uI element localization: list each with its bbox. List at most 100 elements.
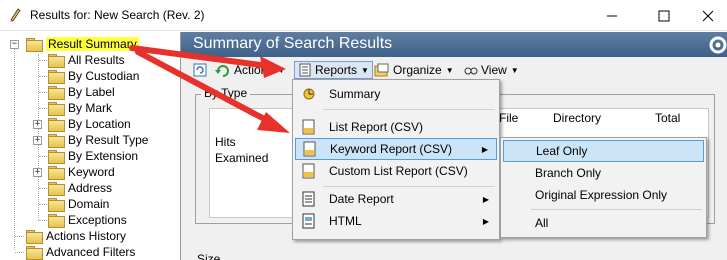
menu-item-label: Date Report [329,192,394,206]
chevron-down-icon: ▼ [277,65,286,75]
folder-icon [48,86,65,100]
expand-icon[interactable]: + [33,168,42,177]
menu-item-label: Keyword Report (CSV) [330,142,453,156]
folder-icon [48,198,65,212]
menu-item-list-report[interactable]: List Report (CSV) [295,116,497,138]
refresh-icon [193,63,207,77]
actions-icon [215,65,229,77]
logo-icon [709,36,727,54]
tree-item-all-results[interactable]: All Results [48,52,125,68]
folder-icon [48,54,65,68]
menu-separator [323,186,495,187]
organize-menu-button[interactable]: Organize ▼ [374,61,454,79]
expand-icon[interactable]: + [33,120,42,129]
chevron-down-icon: ▼ [510,65,519,75]
tree-item-by-custodian[interactable]: By Custodian [48,68,139,84]
tree-item-label: Exceptions [68,213,127,227]
minimize-icon [607,15,617,16]
menu-item-html[interactable]: HTML ▶ [295,210,497,232]
close-icon [702,10,714,21]
organize-label: Organize [393,63,442,77]
menu-item-date-report[interactable]: Date Report ▶ [295,188,497,210]
submenu-arrow-icon: ▶ [482,216,489,226]
toolbar: Actions ▼ Reports ▼ Organize ▼ View ▼ [181,59,727,81]
actions-menu-button[interactable]: Actions ▼ [215,61,285,79]
summary-icon [303,88,315,100]
tree-item-label: By Result Type [68,133,149,147]
reports-menu: Summary List Report (CSV) Keyword Report… [292,79,500,240]
submenu-item-leaf-only[interactable]: Leaf Only [503,140,704,162]
view-icon [464,67,478,75]
menu-item-label: Custom List Report (CSV) [329,164,468,178]
menu-item-custom-list-report[interactable]: Custom List Report (CSV) [295,160,497,182]
tree-item-label: Actions History [46,229,127,243]
menu-item-summary[interactable]: Summary [295,83,497,105]
results-tree: − Result Summary All Results By Custodia… [0,32,180,260]
tree-item-label: Address [68,181,113,195]
submenu-item-original-expression-only[interactable]: Original Expression Only [503,184,704,206]
collapse-icon[interactable]: − [10,40,19,49]
csv-icon [302,163,315,179]
menu-item-label: List Report (CSV) [329,120,424,134]
chevron-down-icon: ▼ [361,65,369,75]
folder-icon [48,134,65,148]
column-header-directory: Directory [553,111,602,125]
tree-item-label: By Extension [68,149,139,163]
window-title: Results for: New Search (Rev. 2) [30,8,205,22]
chevron-down-icon: ▼ [445,65,454,75]
tree-item-label: Advanced Filters [46,245,136,259]
menu-separator [531,209,702,210]
by-type-legend: By Type [201,86,251,100]
tree-item-address[interactable]: Address [48,180,112,196]
expand-icon[interactable]: + [33,136,42,145]
tree-item-label: By Mark [68,101,113,115]
html-icon [302,213,315,229]
tree-item-label: By Location [68,117,131,131]
refresh-button[interactable] [193,61,207,79]
tree-item-by-extension[interactable]: By Extension [48,148,138,164]
row-label-examined: Examined [215,151,269,165]
csv-icon [302,119,315,135]
tree-item-label: By Custodian [68,69,140,83]
tree-item-label: Result Summary [46,37,139,51]
close-button[interactable] [685,0,727,31]
reports-icon [299,63,311,77]
tree-item-by-label[interactable]: By Label [48,84,115,100]
folder-icon [48,214,65,228]
tree-item-keyword[interactable]: Keyword [48,164,115,180]
row-label-hits: Hits [215,135,236,149]
menu-separator [323,109,495,110]
minimize-button[interactable] [589,0,635,31]
folder-icon [48,70,65,84]
folder-icon [26,38,43,52]
tree-item-domain[interactable]: Domain [48,196,109,212]
view-menu-button[interactable]: View ▼ [463,61,519,79]
tree-item-exceptions[interactable]: Exceptions [48,212,127,228]
column-header-total: Total [655,111,681,125]
size-legend: Size [197,252,221,260]
tree-item-result-summary[interactable]: Result Summary [26,36,139,52]
reports-menu-button[interactable]: Reports ▼ [294,61,373,79]
folder-icon [48,182,65,196]
keyword-report-submenu: Leaf Only Branch Only Original Expressio… [500,137,707,238]
panel-header: Summary of Search Results [181,32,727,57]
menu-item-label: HTML [329,214,362,228]
view-label: View [481,63,507,77]
submenu-item-branch-only[interactable]: Branch Only [503,162,704,184]
menu-item-label: Summary [329,87,381,101]
report-icon [302,191,315,207]
tree-item-label: Domain [68,197,110,211]
tree-item-by-location[interactable]: By Location [48,116,131,132]
tree-item-by-result-type[interactable]: By Result Type [48,132,148,148]
submenu-item-all[interactable]: All [503,212,704,234]
menu-item-label: Branch Only [535,166,602,180]
maximize-button[interactable] [641,0,687,31]
folder-icon [26,246,43,260]
maximize-icon [658,10,670,21]
tree-item-label: By Label [68,85,115,99]
menu-item-keyword-report[interactable]: Keyword Report (CSV) ▶ [295,138,497,160]
tree-item-advanced-filters[interactable]: Advanced Filters [26,244,135,260]
folder-icon [48,118,65,132]
tree-item-actions-history[interactable]: Actions History [26,228,126,244]
tree-item-by-mark[interactable]: By Mark [48,100,112,116]
